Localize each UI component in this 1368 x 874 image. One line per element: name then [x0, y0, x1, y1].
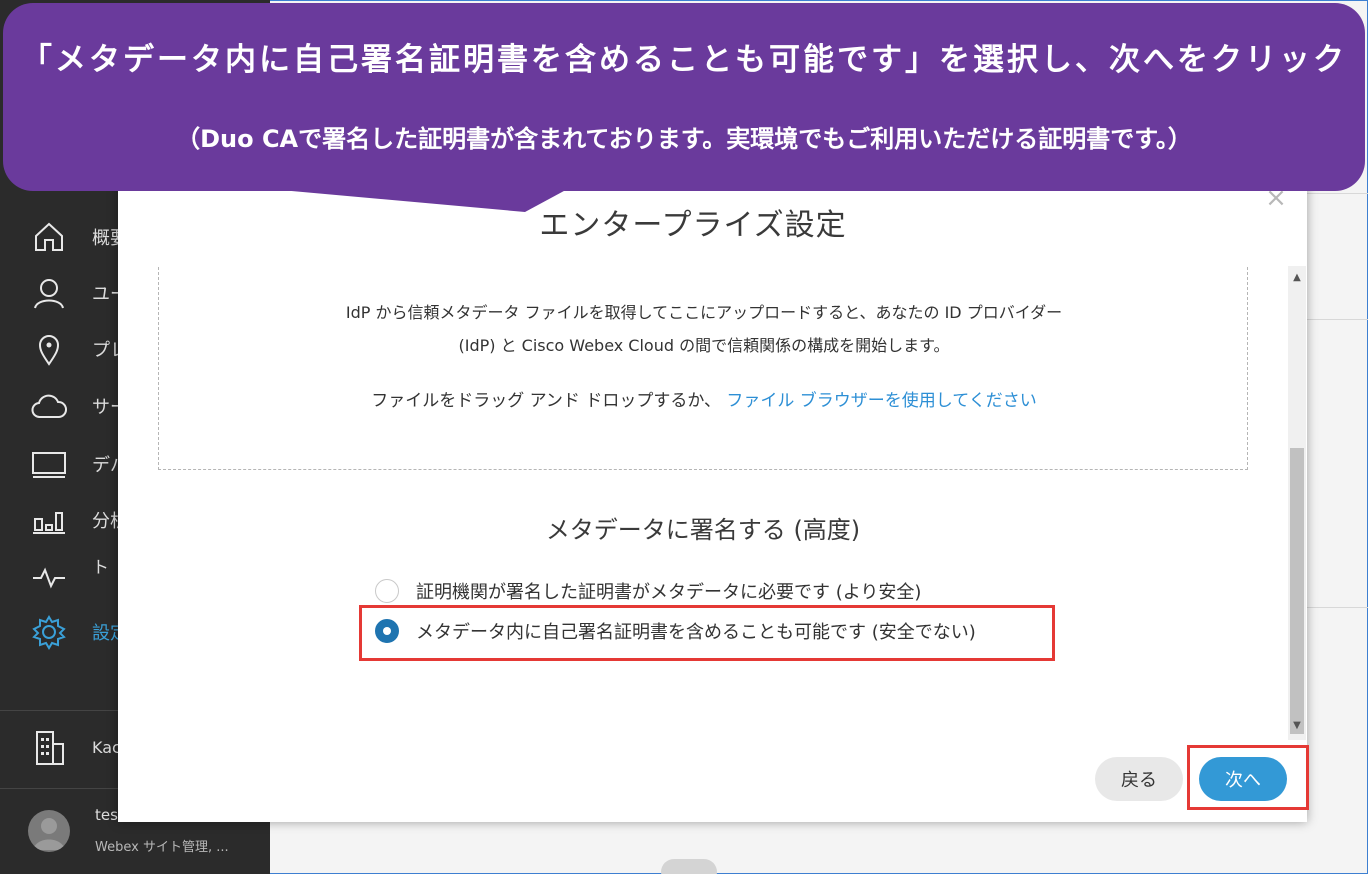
- sidebar-item-label: トラブルシューティング: [92, 559, 110, 578]
- scroll-up-arrow-icon[interactable]: ▲: [1288, 268, 1306, 288]
- divider: [1307, 607, 1368, 608]
- divider: [1307, 319, 1368, 320]
- browse-files-link[interactable]: ファイル ブラウザーを使用してください: [726, 391, 1036, 411]
- avatar[interactable]: [28, 810, 70, 852]
- dropzone-description-text: IdP から信頼メタデータ ファイルを取得してここにアップロードすると、あなたの…: [345, 303, 1063, 355]
- device-icon: [30, 445, 68, 483]
- scrollbar-thumb[interactable]: [1290, 448, 1304, 734]
- highlight-box-option: [359, 605, 1055, 661]
- org-name: Kac: [92, 738, 121, 757]
- dropzone-description: IdP から信頼メタデータ ファイルを取得してここにアップロードすると、あなたの…: [159, 296, 1249, 362]
- gear-icon: [30, 613, 68, 651]
- toggle-switch[interactable]: [661, 859, 717, 874]
- file-dropzone[interactable]: IdP から信頼メタデータ ファイルを取得してここにアップロードすると、あなたの…: [158, 266, 1248, 470]
- drop-text: ファイルをドラッグ アンド ドロップするか、: [371, 391, 721, 411]
- radio-option-ca-signed[interactable]: 証明機関が署名した証明書がメタデータに必要です (より安全): [375, 576, 921, 606]
- highlight-box-next: [1187, 745, 1309, 810]
- building-icon: [30, 729, 68, 767]
- user-role: Webex サイト管理, ...: [95, 840, 229, 855]
- user-name: tes: [95, 806, 118, 824]
- pulse-icon: [30, 558, 68, 596]
- analytics-icon: [30, 501, 68, 539]
- modal-body: IdP から信頼メタデータ ファイルを取得してここにアップロードすると、あなたの…: [118, 266, 1288, 740]
- signing-section-title: メタデータに署名する (高度): [545, 516, 861, 544]
- cloud-icon: [30, 387, 68, 425]
- back-button[interactable]: 戻る: [1095, 757, 1183, 801]
- radio-button[interactable]: [375, 579, 399, 603]
- radio-label: 証明機関が署名した証明書がメタデータに必要です (より安全): [416, 582, 922, 603]
- user-icon: [30, 274, 68, 312]
- instruction-callout: [3, 3, 1365, 191]
- home-icon: [30, 218, 68, 256]
- dropzone-instructions: ファイルをドラッグ アンド ドロップするか、 ファイル ブラウザーを使用してくだ…: [159, 386, 1249, 411]
- scroll-down-arrow-icon[interactable]: ▼: [1288, 716, 1306, 736]
- callout-instruction: 「メタデータ内に自己署名証明書を含めることも可能です」を選択し、次へをクリック: [21, 42, 1347, 78]
- callout-note: （Duo CAで署名した証明書が含まれております。実環境でもご利用いただける証明…: [176, 125, 1192, 153]
- location-pin-icon: [30, 330, 68, 368]
